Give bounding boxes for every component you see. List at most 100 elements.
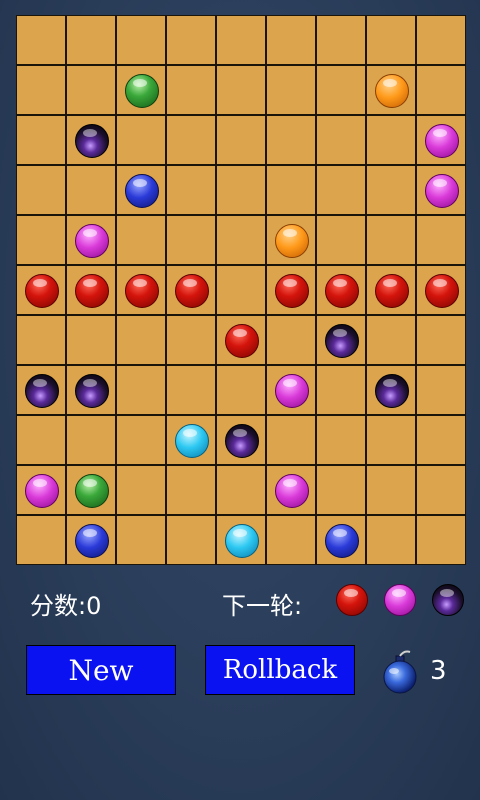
board-cell[interactable] — [416, 415, 466, 465]
board-cell[interactable] — [66, 65, 116, 115]
board-cell[interactable] — [216, 165, 266, 215]
board-cell[interactable] — [116, 115, 166, 165]
board-cell[interactable] — [166, 515, 216, 565]
board-cell[interactable] — [16, 315, 66, 365]
board-cell[interactable] — [266, 415, 316, 465]
purple-ball[interactable] — [425, 124, 459, 158]
black-ball[interactable] — [75, 374, 109, 408]
board-cell[interactable] — [266, 515, 316, 565]
board-cell[interactable] — [316, 415, 366, 465]
purple-ball[interactable] — [75, 224, 109, 258]
board-cell[interactable] — [366, 15, 416, 65]
board-cell[interactable] — [116, 415, 166, 465]
board-cell[interactable] — [366, 165, 416, 215]
board-cell[interactable] — [66, 165, 116, 215]
green-ball[interactable] — [125, 74, 159, 108]
board-cell[interactable] — [16, 15, 66, 65]
board-cell[interactable] — [266, 165, 316, 215]
board-cell[interactable] — [316, 165, 366, 215]
board-cell[interactable] — [416, 465, 466, 515]
board-cell[interactable] — [416, 65, 466, 115]
board-cell[interactable] — [416, 515, 466, 565]
board-cell[interactable] — [266, 315, 316, 365]
board-cell[interactable] — [266, 65, 316, 115]
red-ball[interactable] — [25, 274, 59, 308]
board-cell[interactable] — [216, 215, 266, 265]
red-ball[interactable] — [125, 274, 159, 308]
black-ball[interactable] — [25, 374, 59, 408]
board-cell[interactable] — [366, 465, 416, 515]
purple-ball[interactable] — [425, 174, 459, 208]
board-cell[interactable] — [316, 65, 366, 115]
board-cell[interactable] — [66, 15, 116, 65]
cyan-ball[interactable] — [225, 524, 259, 558]
board-cell[interactable] — [16, 115, 66, 165]
bomb-icon[interactable] — [380, 650, 420, 694]
black-ball[interactable] — [325, 324, 359, 358]
black-ball[interactable] — [225, 424, 259, 458]
board-cell[interactable] — [416, 315, 466, 365]
board-cell[interactable] — [216, 265, 266, 315]
black-ball[interactable] — [375, 374, 409, 408]
blue-ball[interactable] — [75, 524, 109, 558]
board-cell[interactable] — [316, 365, 366, 415]
board-cell[interactable] — [316, 215, 366, 265]
green-ball[interactable] — [75, 474, 109, 508]
red-ball[interactable] — [275, 274, 309, 308]
red-ball[interactable] — [325, 274, 359, 308]
board-cell[interactable] — [116, 215, 166, 265]
orange-ball[interactable] — [375, 74, 409, 108]
board-cell[interactable] — [416, 15, 466, 65]
purple-ball[interactable] — [25, 474, 59, 508]
rollback-button[interactable]: Rollback — [205, 645, 355, 695]
red-ball[interactable] — [425, 274, 459, 308]
blue-ball[interactable] — [125, 174, 159, 208]
board-cell[interactable] — [366, 115, 416, 165]
board-cell[interactable] — [166, 65, 216, 115]
board-cell[interactable] — [416, 215, 466, 265]
board-cell[interactable] — [16, 215, 66, 265]
board-cell[interactable] — [216, 65, 266, 115]
purple-ball[interactable] — [275, 474, 309, 508]
black-ball[interactable] — [75, 124, 109, 158]
cyan-ball[interactable] — [175, 424, 209, 458]
board-cell[interactable] — [116, 315, 166, 365]
board-cell[interactable] — [166, 315, 216, 365]
orange-ball[interactable] — [275, 224, 309, 258]
board-cell[interactable] — [116, 365, 166, 415]
board-cell[interactable] — [266, 15, 316, 65]
board-cell[interactable] — [166, 15, 216, 65]
new-game-button[interactable]: New — [26, 645, 176, 695]
board-cell[interactable] — [116, 515, 166, 565]
board-cell[interactable] — [316, 465, 366, 515]
board-cell[interactable] — [216, 365, 266, 415]
purple-ball[interactable] — [275, 374, 309, 408]
board-cell[interactable] — [116, 15, 166, 65]
board-cell[interactable] — [216, 465, 266, 515]
board-cell[interactable] — [166, 165, 216, 215]
board-cell[interactable] — [366, 515, 416, 565]
board-cell[interactable] — [216, 15, 266, 65]
board-cell[interactable] — [16, 515, 66, 565]
red-ball[interactable] — [175, 274, 209, 308]
board-cell[interactable] — [366, 415, 416, 465]
board-cell[interactable] — [16, 65, 66, 115]
board-cell[interactable] — [166, 215, 216, 265]
board-cell[interactable] — [166, 465, 216, 515]
red-ball[interactable] — [75, 274, 109, 308]
board-cell[interactable] — [366, 215, 416, 265]
board-cell[interactable] — [166, 365, 216, 415]
board-cell[interactable] — [66, 415, 116, 465]
red-ball[interactable] — [375, 274, 409, 308]
board-cell[interactable] — [316, 15, 366, 65]
board-cell[interactable] — [116, 465, 166, 515]
board-cell[interactable] — [316, 115, 366, 165]
board-cell[interactable] — [16, 415, 66, 465]
blue-ball[interactable] — [325, 524, 359, 558]
board-cell[interactable] — [16, 165, 66, 215]
board-cell[interactable] — [266, 115, 316, 165]
red-ball[interactable] — [225, 324, 259, 358]
board-cell[interactable] — [166, 115, 216, 165]
board-cell[interactable] — [416, 365, 466, 415]
board-cell[interactable] — [66, 315, 116, 365]
